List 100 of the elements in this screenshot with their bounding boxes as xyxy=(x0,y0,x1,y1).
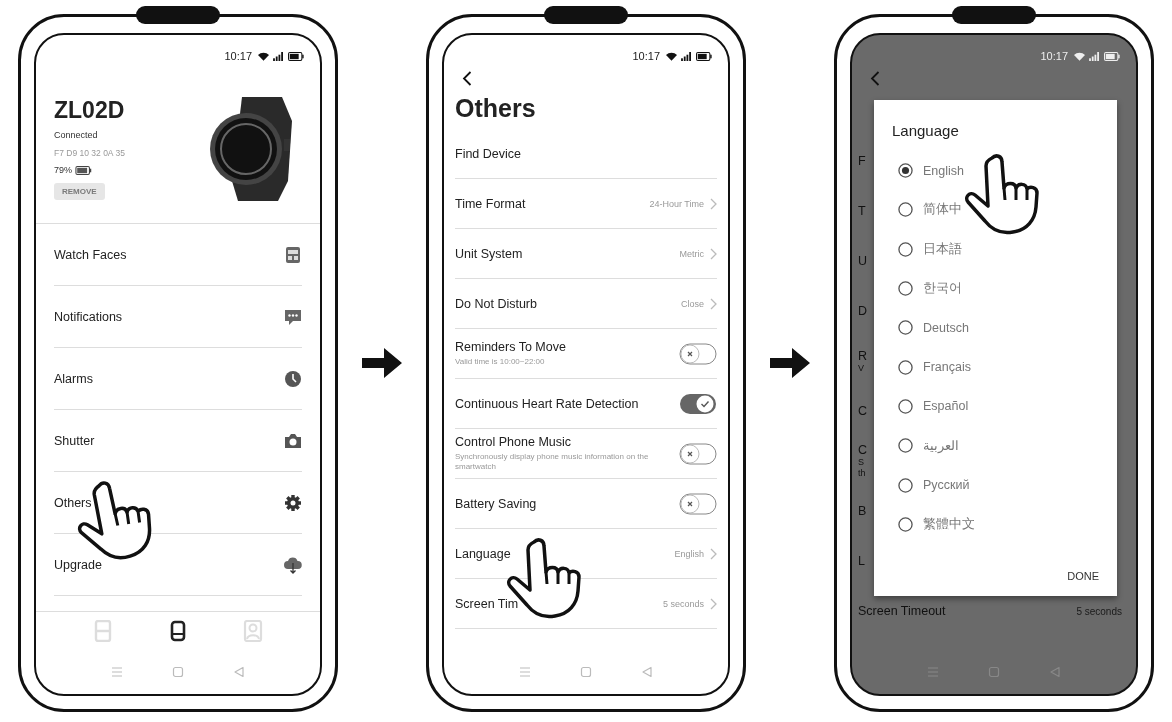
setting-label: Reminders To Move xyxy=(455,340,566,355)
setting-description: V xyxy=(858,362,864,374)
menu-item[interactable]: Shutter xyxy=(54,433,95,448)
cloud-download-icon xyxy=(284,557,302,574)
setting-value: English xyxy=(674,548,704,559)
language-option[interactable]: Deutsch xyxy=(892,308,1099,348)
battery-percent: 79% xyxy=(54,165,72,175)
device-address: F7 D9 10 32 0A 35 xyxy=(54,148,125,158)
setting-label: U xyxy=(858,254,868,268)
setting-label: B xyxy=(858,504,867,518)
setting-label: Find Device xyxy=(455,146,521,161)
language-option[interactable]: 日本語 xyxy=(892,229,1099,269)
chat-bubble-icon xyxy=(285,309,301,325)
home-square-icon[interactable] xyxy=(580,666,592,678)
menu-item[interactable]: Upgrade xyxy=(54,557,102,572)
chevron-right-icon xyxy=(710,247,717,260)
back-icon[interactable] xyxy=(462,71,472,86)
battery-icon xyxy=(1104,51,1120,61)
page-title: Others xyxy=(454,93,537,124)
menu-item[interactable]: Notifications xyxy=(54,309,123,324)
setting-label: Screen Tim xyxy=(455,596,519,611)
radio-button[interactable] xyxy=(898,202,913,218)
signal-icon xyxy=(681,51,692,61)
dialog-title: Language xyxy=(892,122,960,139)
setting-label: Language xyxy=(455,546,511,561)
setting-value: 24-Hour Time xyxy=(649,198,704,209)
menu-item[interactable]: Alarms xyxy=(54,371,93,386)
arrow-right-icon xyxy=(362,348,402,378)
setting-label: D xyxy=(858,304,868,318)
radio-button[interactable] xyxy=(898,320,913,336)
setting-value: Metric xyxy=(679,248,704,259)
language-option[interactable]: 한국어 xyxy=(892,268,1099,309)
setting-label: Continuous Heart Rate Detection xyxy=(455,396,639,411)
toggle-switch[interactable] xyxy=(679,492,717,515)
radio-button[interactable] xyxy=(898,163,913,179)
status-time: 10:17 xyxy=(632,50,660,62)
home-square-icon[interactable] xyxy=(172,666,184,678)
watch-tab[interactable] xyxy=(168,620,188,642)
language-option[interactable]: English xyxy=(892,151,1099,191)
toggle-switch[interactable] xyxy=(679,392,717,415)
radio-button[interactable] xyxy=(898,281,913,297)
wifi-icon xyxy=(666,51,677,61)
language-option[interactable]: 繁體中文 xyxy=(892,504,1099,544)
device-name: ZL02D xyxy=(54,97,125,124)
signal-icon xyxy=(1089,51,1100,61)
setting-value: 5 seconds xyxy=(1076,605,1122,617)
menu-item[interactable]: Others xyxy=(54,495,92,510)
settings-icon xyxy=(284,493,302,512)
dashboard-tab-icon xyxy=(95,620,112,642)
menu-item[interactable]: Watch Faces xyxy=(54,247,127,262)
language-option[interactable]: 简体中 xyxy=(892,190,1099,230)
setting-value: Close xyxy=(681,298,704,309)
battery-icon xyxy=(696,51,712,61)
battery-icon xyxy=(288,51,304,61)
language-option[interactable]: العربية xyxy=(892,426,1099,466)
setting-label: Unit System xyxy=(455,246,523,261)
chevron-right-icon xyxy=(710,297,717,310)
status-time: 10:17 xyxy=(224,50,252,62)
setting-label: F xyxy=(858,154,866,168)
chevron-right-icon xyxy=(710,547,717,560)
setting-label: Control Phone Music xyxy=(455,435,573,450)
radio-button[interactable] xyxy=(898,477,913,493)
setting-description: S xyxy=(858,457,864,468)
toggle-switch[interactable] xyxy=(679,342,717,365)
setting-value: 5 seconds xyxy=(662,598,704,609)
status-time: 10:17 xyxy=(1040,50,1068,62)
language-option[interactable]: Français xyxy=(892,347,1099,387)
back-triangle-icon[interactable] xyxy=(233,666,246,678)
clock-icon xyxy=(285,370,301,387)
setting-label: C xyxy=(858,443,868,458)
back-triangle-icon[interactable] xyxy=(641,666,654,678)
setting-description: Synchronously display phone music information on the smartwatch xyxy=(455,452,650,472)
wifi-icon xyxy=(1074,51,1085,61)
radio-button[interactable] xyxy=(898,438,913,454)
radio-button[interactable] xyxy=(898,241,913,257)
setting-description: Valid time is 10:00~22:00 xyxy=(455,357,546,367)
setting-label: L xyxy=(858,554,865,568)
chevron-right-icon xyxy=(710,597,717,610)
setting-label: Do Not Disturb xyxy=(455,296,537,311)
wifi-icon xyxy=(258,51,269,61)
connection-status: Connected xyxy=(54,130,99,140)
setting-label: Screen Timeout xyxy=(858,604,946,618)
watch-tab-icon xyxy=(170,620,186,642)
radio-button[interactable] xyxy=(898,359,913,375)
radio-button[interactable] xyxy=(898,398,913,414)
radio-button[interactable] xyxy=(898,516,913,532)
battery-icon xyxy=(75,165,92,175)
arrow-right-icon xyxy=(770,348,810,378)
signal-icon xyxy=(273,51,284,61)
setting-label: Time Format xyxy=(455,196,526,211)
language-option[interactable]: Русский xyxy=(892,465,1099,505)
language-option[interactable]: Español xyxy=(892,386,1099,427)
camera-icon xyxy=(285,433,301,448)
setting-label: T xyxy=(858,204,866,218)
chevron-right-icon xyxy=(710,197,717,210)
pointing-hand-icon xyxy=(962,152,1042,236)
done-button[interactable]: DONE xyxy=(1067,566,1099,586)
toggle-switch[interactable] xyxy=(679,442,717,465)
setting-label: C xyxy=(858,404,868,418)
setting-label: Battery Saving xyxy=(455,496,537,511)
